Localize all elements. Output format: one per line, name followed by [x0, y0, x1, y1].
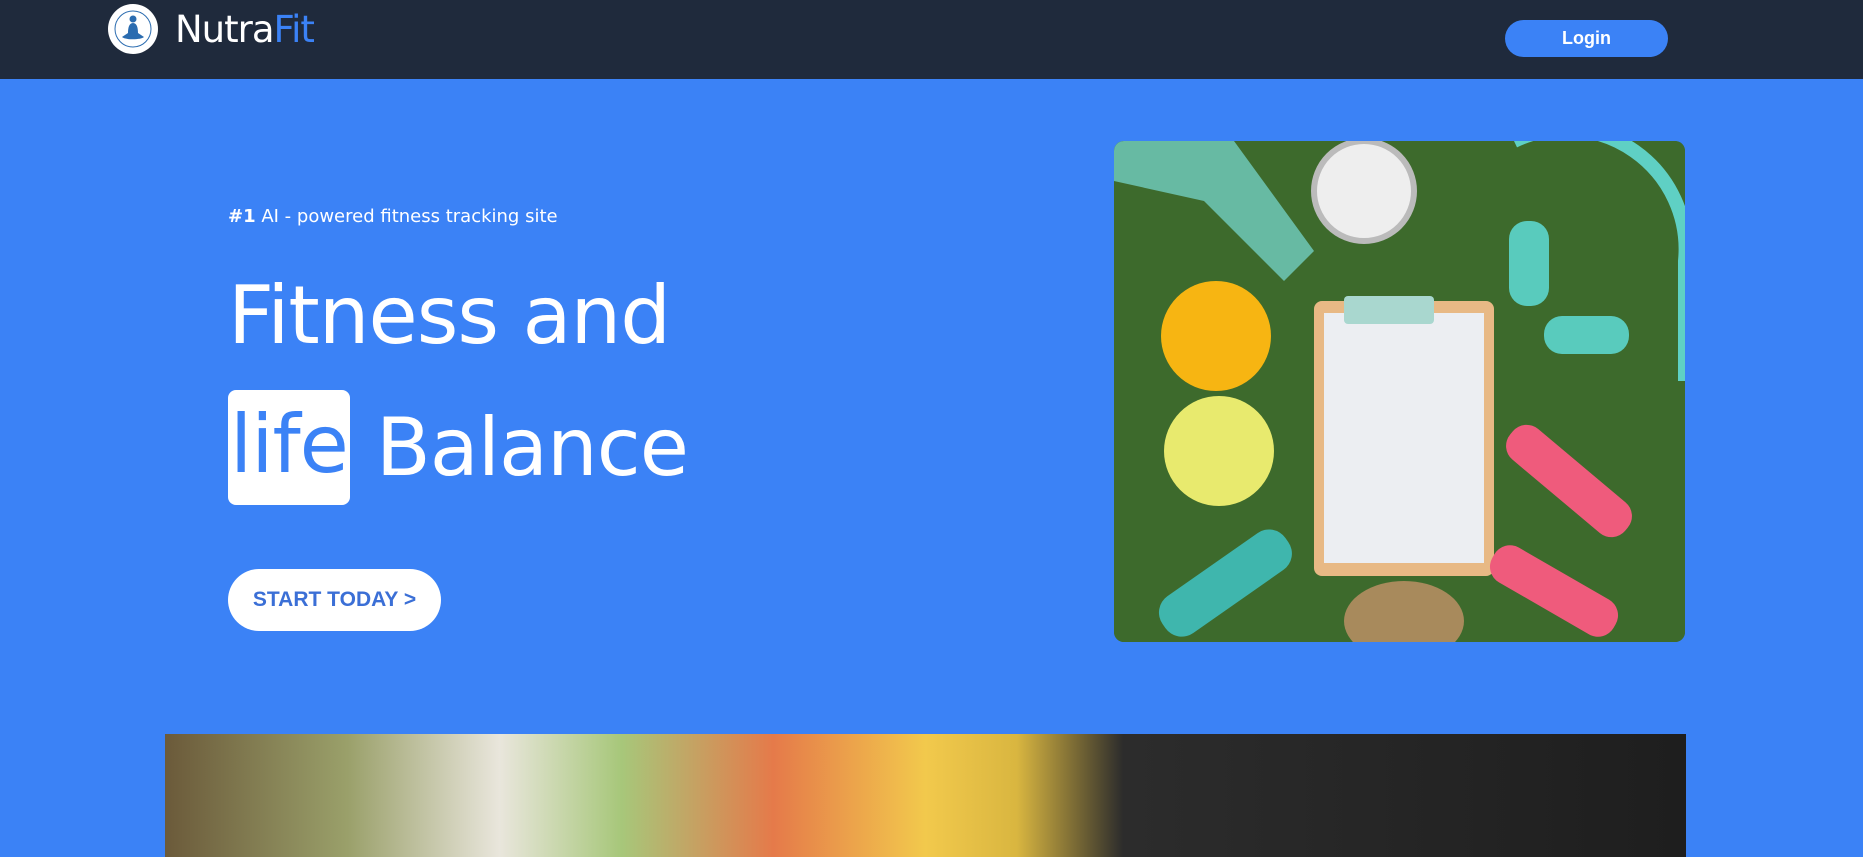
brand-part2: Fit: [273, 8, 315, 51]
headline-rest: Balance: [375, 400, 689, 494]
brand-part1: Nutra: [175, 8, 275, 51]
healthy-food-banner-photo: [165, 734, 1686, 857]
top-nav: NutraFit Login: [0, 0, 1863, 79]
brand-name[interactable]: NutraFit: [175, 8, 315, 51]
headline-highlight: life: [228, 390, 350, 505]
start-today-button[interactable]: START TODAY >: [228, 569, 441, 631]
meditation-logo-icon[interactable]: [108, 4, 158, 54]
login-button[interactable]: Login: [1505, 20, 1668, 57]
headline-line2: life Balance: [228, 390, 689, 505]
fitness-flatlay-photo: [1114, 141, 1685, 642]
tagline: #1 AI - powered fitness tracking site: [228, 206, 558, 227]
tagline-rank: #1: [228, 206, 256, 227]
tagline-text: AI - powered fitness tracking site: [255, 206, 558, 227]
headline-line1: Fitness and: [228, 269, 671, 362]
